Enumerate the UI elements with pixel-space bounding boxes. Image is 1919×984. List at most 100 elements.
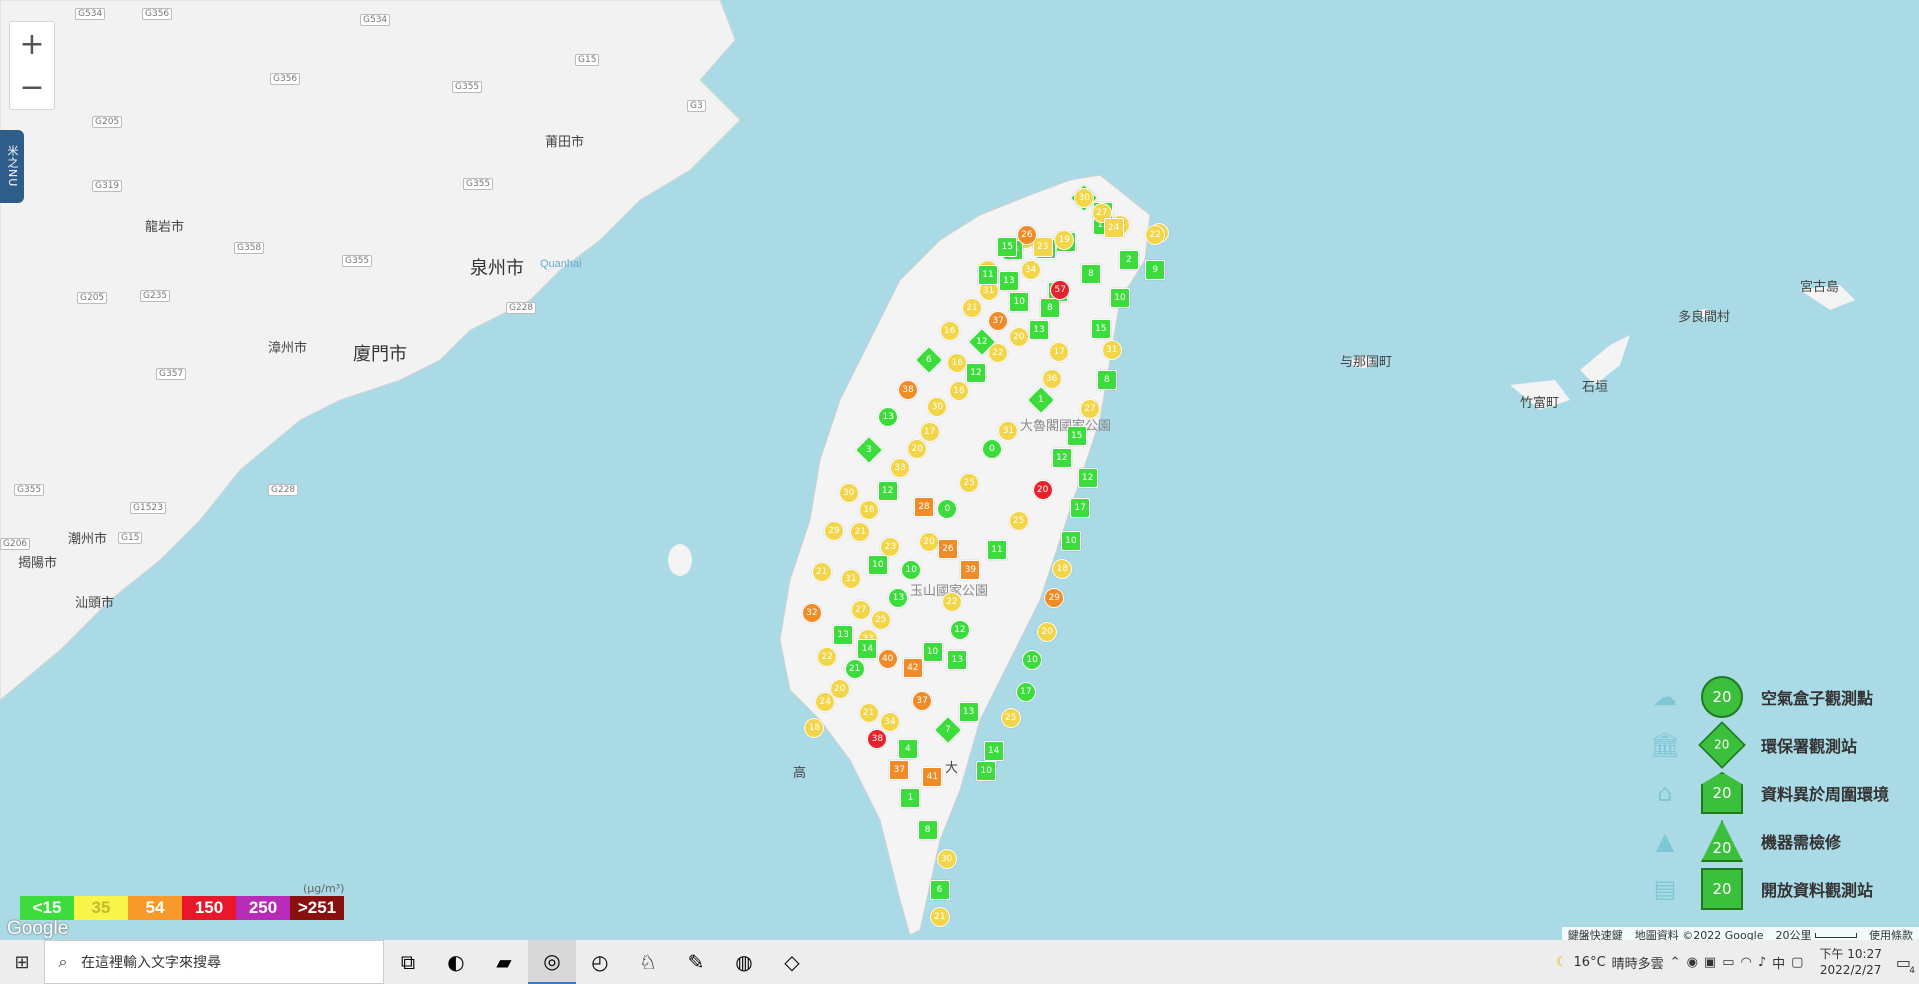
- edge-icon[interactable]: ◐: [432, 940, 480, 984]
- aqi-marker[interactable]: 34: [879, 711, 900, 732]
- aqi-marker[interactable]: 26: [937, 539, 958, 560]
- aqi-marker[interactable]: 10: [1109, 287, 1130, 308]
- aqi-marker[interactable]: 25: [959, 472, 980, 493]
- aqi-marker[interactable]: 6: [929, 880, 950, 901]
- side-panel-toggle[interactable]: 米之NU: [0, 130, 24, 203]
- chevron-up-icon[interactable]: ⌃: [1670, 955, 1681, 970]
- aqi-marker[interactable]: 31: [840, 568, 861, 589]
- aqi-marker[interactable]: 25: [870, 609, 891, 630]
- wifi-icon[interactable]: ◠: [1741, 955, 1752, 970]
- map-view[interactable]: 莆田市 泉州市 Quanhai 龍岩市 漳州市 廈門市 潮州市 揭陽市 汕頭市 …: [0, 0, 1919, 940]
- aqi-marker[interactable]: 31: [1101, 339, 1122, 360]
- notification-icon[interactable]: ▭ 4: [1896, 953, 1915, 976]
- taskbar-search-box[interactable]: ⌕ 在這裡輸入文字來搜尋: [44, 940, 384, 984]
- aqi-marker[interactable]: 0: [982, 438, 1002, 459]
- aqi-marker[interactable]: 13: [998, 271, 1019, 292]
- windows-start-button[interactable]: ⊞: [0, 940, 44, 984]
- aqi-marker[interactable]: 23: [1032, 237, 1053, 258]
- aqi-marker[interactable]: 12: [965, 362, 986, 383]
- aqi-marker[interactable]: 21: [850, 521, 871, 542]
- cube-icon[interactable]: ◇: [768, 940, 816, 984]
- aqi-marker[interactable]: 14: [857, 638, 878, 659]
- aqi-marker[interactable]: 15: [997, 237, 1018, 258]
- aqi-marker[interactable]: 10: [1022, 649, 1043, 670]
- aqi-marker[interactable]: 25: [1000, 707, 1021, 728]
- zoom-in-button[interactable]: +: [9, 21, 55, 67]
- weather-temp[interactable]: 16°C: [1574, 955, 1606, 970]
- aqi-marker[interactable]: 25: [1008, 510, 1029, 531]
- aqi-marker[interactable]: 13: [1029, 319, 1050, 340]
- aqi-marker[interactable]: 14: [983, 741, 1004, 762]
- aqi-marker[interactable]: 4: [897, 738, 918, 759]
- ime-mode-icon[interactable]: ▢: [1791, 955, 1803, 970]
- device-icon[interactable]: ▣: [1704, 955, 1716, 970]
- aqi-marker[interactable]: 40: [877, 648, 898, 669]
- aqi-marker[interactable]: 21: [844, 658, 865, 679]
- aqi-marker[interactable]: 36: [1041, 369, 1062, 390]
- aqi-marker[interactable]: 37: [912, 690, 933, 711]
- aqi-marker[interactable]: 18: [948, 380, 969, 401]
- battery-icon[interactable]: ▭: [1722, 955, 1734, 970]
- aqi-marker[interactable]: 30: [1074, 187, 1095, 208]
- aqi-marker[interactable]: 26: [1016, 224, 1037, 245]
- aqi-marker[interactable]: 15: [1066, 426, 1087, 447]
- aqi-marker[interactable]: 23: [880, 536, 901, 557]
- aqi-marker[interactable]: 20: [1008, 327, 1029, 348]
- aqi-marker[interactable]: 13: [833, 624, 854, 645]
- bird-icon[interactable]: ♘: [624, 940, 672, 984]
- aqi-marker[interactable]: 10: [901, 559, 922, 580]
- chrome-icon[interactable]: ◎: [528, 940, 576, 984]
- aqi-marker[interactable]: 32: [801, 602, 822, 623]
- aqi-marker[interactable]: 8: [1080, 263, 1101, 284]
- ime-indicator[interactable]: 中: [1772, 953, 1785, 972]
- volume-icon[interactable]: ♪: [1758, 955, 1766, 970]
- aqi-marker[interactable]: 21: [811, 561, 832, 582]
- aqi-marker[interactable]: 12: [1051, 447, 1072, 468]
- compass-icon[interactable]: ◴: [576, 940, 624, 984]
- aqi-marker[interactable]: 8: [1096, 370, 1117, 391]
- aqi-marker[interactable]: 37: [889, 760, 910, 780]
- aqi-marker[interactable]: 10: [922, 642, 943, 662]
- clock[interactable]: 下午 10:27 2022/2/27: [1819, 946, 1881, 978]
- aqi-marker[interactable]: 10: [867, 554, 888, 575]
- aqi-marker[interactable]: 16: [939, 320, 960, 341]
- aqi-marker[interactable]: 12: [877, 480, 898, 501]
- aqi-marker[interactable]: 20: [1032, 480, 1053, 501]
- aqi-marker[interactable]: 10: [1009, 291, 1030, 312]
- task-view-icon[interactable]: ⧉: [384, 940, 432, 984]
- aqi-marker[interactable]: 16: [858, 500, 879, 521]
- file-explorer-icon[interactable]: ▰: [480, 940, 528, 984]
- record-icon[interactable]: ◉: [1687, 955, 1698, 970]
- zoom-out-button[interactable]: −: [9, 65, 55, 110]
- aqi-marker[interactable]: 1: [900, 788, 921, 809]
- aqi-marker[interactable]: 24: [815, 691, 836, 712]
- aqi-marker[interactable]: 10: [1060, 531, 1081, 552]
- aqi-marker[interactable]: 42: [902, 657, 923, 678]
- aqi-marker[interactable]: 10: [976, 760, 997, 781]
- aqi-marker[interactable]: 30: [838, 482, 859, 503]
- aqi-marker[interactable]: 21: [929, 907, 950, 928]
- aqi-marker[interactable]: 8: [1039, 298, 1060, 319]
- aqi-marker[interactable]: 2: [1118, 249, 1139, 270]
- weather-text[interactable]: 晴時多雲: [1612, 953, 1664, 972]
- paint-icon[interactable]: ✎: [672, 940, 720, 984]
- aqi-marker[interactable]: 8: [917, 819, 938, 840]
- aqi-marker[interactable]: 34: [1020, 260, 1041, 281]
- aqi-marker[interactable]: 9: [1145, 259, 1166, 280]
- aqi-marker[interactable]: 22: [1145, 224, 1166, 245]
- aqi-marker[interactable]: 15: [1090, 319, 1111, 340]
- aqi-marker[interactable]: 0: [937, 498, 958, 519]
- aqi-marker[interactable]: 12: [1077, 468, 1098, 489]
- aqi-marker[interactable]: 13: [947, 650, 968, 671]
- aqi-marker[interactable]: 30: [936, 848, 957, 869]
- aqi-marker[interactable]: 24: [1103, 217, 1124, 238]
- aqi-marker[interactable]: 17: [1070, 498, 1091, 518]
- aqi-marker[interactable]: 39: [960, 559, 981, 580]
- aqi-marker[interactable]: 33: [889, 457, 910, 478]
- aqi-marker[interactable]: 21: [858, 702, 879, 723]
- aqi-marker[interactable]: 11: [977, 264, 998, 285]
- aqi-marker[interactable]: 11: [986, 540, 1007, 561]
- aqi-marker[interactable]: 41: [922, 767, 943, 788]
- aqi-marker[interactable]: 17: [919, 421, 940, 442]
- aqi-marker[interactable]: 29: [823, 521, 844, 542]
